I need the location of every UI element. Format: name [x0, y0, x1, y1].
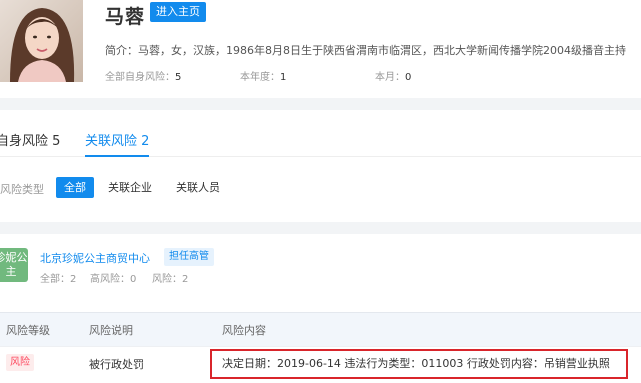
company-name-link[interactable]: 北京珍妮公主商贸中心	[40, 250, 150, 266]
tab-self-risk[interactable]: 自身风险 5	[0, 130, 60, 149]
column-header-level: 风险等级	[6, 324, 50, 337]
person-intro: 简介：马蓉，女，汉族，1986年8月8日生于陕西省渭南市临渭区，西北大学新闻传播…	[105, 44, 626, 57]
stat-total-self-risk: 全部自身风险：5	[105, 72, 182, 83]
section-divider	[0, 98, 641, 110]
company-stat-high-risk: 高风险：0	[90, 274, 137, 285]
role-tag: 担任高管	[164, 248, 214, 266]
person-name: 马蓉	[105, 6, 146, 28]
company-logo: 珍妮公主	[0, 248, 28, 282]
column-header-content: 风险内容	[222, 324, 266, 337]
filter-related-company[interactable]: 关联企业	[100, 177, 160, 198]
section-divider	[0, 222, 641, 234]
risk-level-badge: 风险	[6, 354, 34, 371]
avatar	[0, 0, 83, 82]
filter-related-person[interactable]: 关联人员	[168, 177, 228, 198]
company-stat-total: 全部：2	[40, 274, 77, 285]
tab-related-risk[interactable]: 关联风险 2	[85, 130, 149, 149]
active-tab-indicator	[85, 155, 149, 157]
table-row-divider	[0, 346, 641, 347]
risk-content: 决定日期：2019-06-14 违法行为类型：011003 行政处罚内容：吊销营…	[222, 357, 610, 370]
filter-all[interactable]: 全部	[56, 177, 94, 198]
enter-homepage-button[interactable]: 进入主页	[150, 2, 206, 22]
stat-this-month: 本月：0	[375, 72, 412, 83]
stat-this-year: 本年度：1	[240, 72, 287, 83]
risk-description: 被行政处罚	[89, 358, 144, 371]
filter-label: 风险类型	[0, 183, 44, 196]
column-header-description: 风险说明	[89, 324, 133, 337]
company-stat-risk: 风险：2	[152, 274, 189, 285]
